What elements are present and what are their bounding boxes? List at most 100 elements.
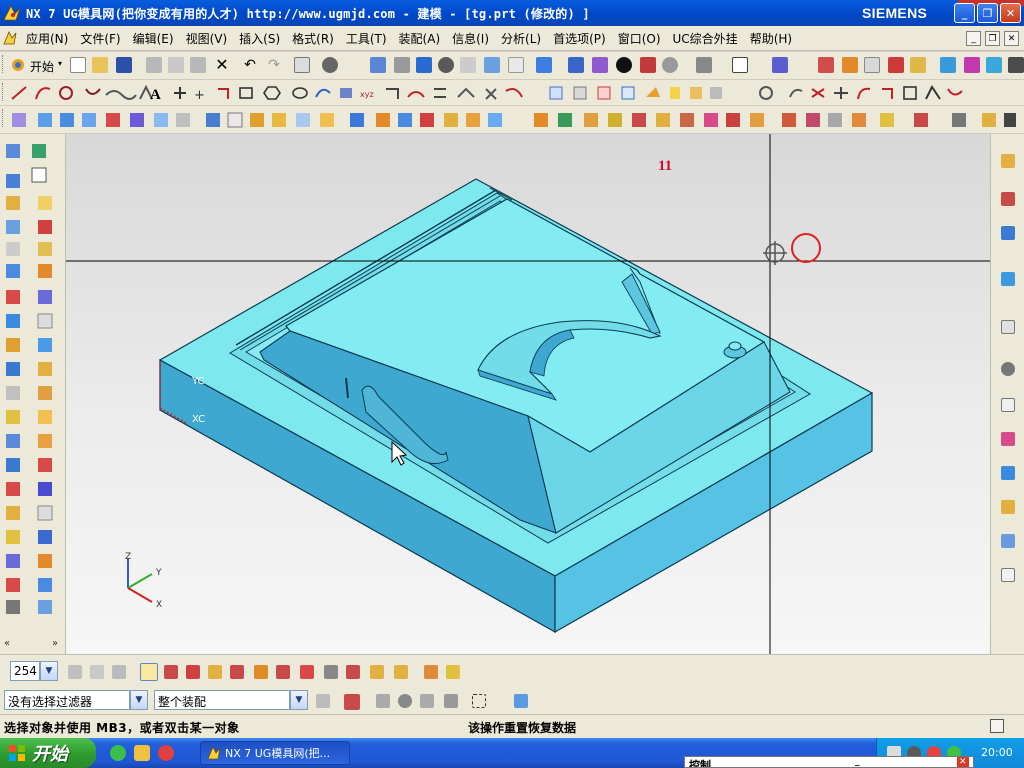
paste-icon[interactable] [190,57,206,73]
minimize-button[interactable]: _ [954,3,975,23]
wcs-orient-icon[interactable] [986,57,1002,73]
system-scenes-icon[interactable] [1001,466,1015,480]
redo-icon[interactable]: ↷ [266,57,282,73]
close-button[interactable]: ✕ [1000,3,1021,23]
menu-help[interactable]: 帮助(H) [744,30,798,47]
left-tool-icons[interactable]: « » [0,134,66,654]
process-studio-icon[interactable] [1001,398,1015,412]
quicklaunch-browser-icon[interactable] [110,745,126,761]
move-layer-icon[interactable] [772,57,788,73]
menu-uc-plugin[interactable]: UC综合外挂 [667,30,744,47]
system-materials-icon[interactable] [1001,362,1015,376]
zoom-percent-field[interactable]: 254 [10,661,40,681]
roles-icon[interactable] [1001,432,1015,446]
pan-icon[interactable] [484,57,500,73]
select-curves-icon[interactable] [444,694,458,708]
fit-view-icon[interactable] [370,57,386,73]
rotate-icon[interactable] [460,57,476,73]
3d-model-scene[interactable] [66,134,990,654]
nx-app-icon[interactable] [2,4,22,22]
view-forward-icon[interactable] [90,665,104,679]
start-button[interactable]: 开始 [0,738,96,768]
document-close-button[interactable]: ✕ [1004,31,1019,46]
new-file-icon[interactable] [70,57,86,73]
quicklaunch-media-icon[interactable] [158,745,174,761]
snap-endpoint-icon[interactable] [164,665,178,679]
save-icon[interactable] [116,57,132,73]
reuse-library-icon[interactable] [1001,272,1015,286]
delete-icon[interactable]: ✕ [214,57,230,73]
menu-preferences[interactable]: 首选项(P) [547,30,612,47]
snap-point-on-curve-icon[interactable] [324,665,338,679]
menu-insert[interactable]: 插入(S) [233,30,286,47]
quicklaunch-folder-icon[interactable] [134,745,150,761]
snap-active-icon[interactable] [140,663,158,681]
toolbar-options-icon[interactable] [1008,57,1024,73]
floating-control-panel[interactable]: 控制 _ ✕ [684,756,974,768]
menu-view[interactable]: 视图(V) [180,30,234,47]
copy-icon[interactable] [168,57,184,73]
type-filter-dropdown-icon[interactable]: ▼ [130,690,148,710]
zoom-window-icon[interactable] [416,57,432,73]
curve-tools-icon-strip[interactable]: A + xyz [10,83,970,103]
menu-application[interactable]: 应用(N) [20,30,74,47]
view-refresh-icon[interactable] [112,665,126,679]
type-filter-combobox[interactable]: 没有选择过滤器 [4,690,130,710]
wcs-origin-icon[interactable] [964,57,980,73]
rectangle-select-icon[interactable] [472,694,486,708]
snap-quadrant-icon[interactable] [276,665,290,679]
menu-assemblies[interactable]: 装配(A) [393,30,447,47]
repeat-command-icon[interactable] [294,57,310,73]
document-icon[interactable] [1001,568,1015,582]
floating-panel-minimize-icon[interactable]: _ [855,757,860,767]
hide-icon[interactable] [864,57,880,73]
snap-grid-icon[interactable] [424,665,438,679]
snap-bounded-grid-icon[interactable] [370,665,384,679]
scope-dropdown-icon[interactable]: ▼ [290,690,308,710]
web-browser-icon[interactable] [1001,500,1015,514]
open-folder-icon[interactable] [92,57,108,73]
snap-midpoint-icon[interactable] [186,665,200,679]
document-minimize-button[interactable]: _ [966,31,981,46]
show-hide-icon[interactable] [842,57,858,73]
snap-pole-icon[interactable] [394,665,408,679]
selection-icon[interactable] [322,57,338,73]
show-all-icon[interactable] [910,57,926,73]
shaded-view-icon[interactable] [536,57,552,73]
assembly-navigator-icon[interactable] [1001,154,1015,168]
start-dropdown-icon[interactable]: ▾ [58,59,62,68]
undo-icon[interactable]: ↶ [242,57,258,73]
menu-file[interactable]: 文件(F) [74,30,126,47]
view-back-icon[interactable] [68,665,82,679]
document-restore-button[interactable]: ❐ [985,31,1000,46]
snap-arc-center-icon[interactable] [254,665,268,679]
edit-object-display-icon[interactable] [818,57,834,73]
select-edges-icon[interactable] [420,694,434,708]
taskbar-nx-button[interactable]: NX 7 UG模具网(把... [200,741,350,765]
menu-analysis[interactable]: 分析(L) [495,30,547,47]
feature-tools-icon-strip[interactable] [10,110,1020,130]
menu-app-icon[interactable] [0,31,20,45]
zoom-in-out-icon[interactable] [438,57,454,73]
work-layer-icon[interactable] [732,57,748,73]
select-faces-icon[interactable] [376,694,390,708]
shaded-with-edges-icon[interactable] [592,57,608,73]
deselect-all-icon[interactable] [514,694,528,708]
menu-tools[interactable]: 工具(T) [340,30,393,47]
section-view-icon[interactable] [640,57,656,73]
snap-existing-point-icon[interactable] [300,665,314,679]
orient-view-icon[interactable] [568,57,584,73]
background-icon[interactable] [662,57,678,73]
feature-filter-icon[interactable] [344,694,360,710]
perspective-icon[interactable] [508,57,524,73]
invert-show-icon[interactable] [888,57,904,73]
restore-button[interactable]: ❐ [977,3,998,23]
snap-point-on-face-icon[interactable] [346,665,360,679]
cut-icon[interactable] [146,57,162,73]
snap-options-icon[interactable] [446,665,460,679]
select-bodies-icon[interactable] [398,694,412,708]
wcs-dynamics-icon[interactable] [940,57,956,73]
part-navigator-icon[interactable] [1001,192,1015,206]
palette-icon[interactable] [1001,534,1015,548]
zoom-icon[interactable] [394,57,410,73]
